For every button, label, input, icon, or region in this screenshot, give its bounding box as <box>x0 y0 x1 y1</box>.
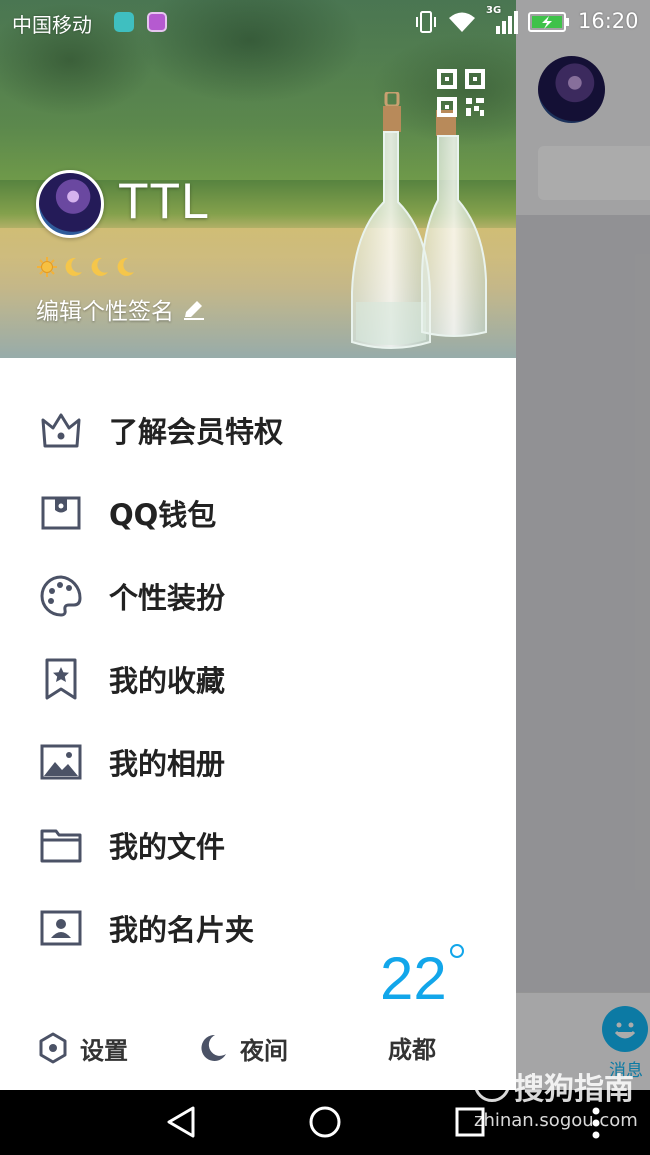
night-mode-label: 夜间 <box>240 1036 288 1065</box>
system-icons: 3G <box>414 5 570 36</box>
menu-item-label: 我的文件 <box>109 829 226 864</box>
profile-name[interactable]: TTL <box>118 172 210 230</box>
settings-label: 设置 <box>80 1036 128 1065</box>
folder-icon <box>38 822 84 868</box>
drawer-menu: 了解会员特权 QQ钱包 个性装扮 我的收藏 我的相册 我的文件 我的名片夹 <box>0 388 516 969</box>
bottle-image-2 <box>418 110 490 340</box>
menu-item-albums[interactable]: 我的相册 <box>0 720 516 803</box>
menu-item-label: 我的收藏 <box>109 663 226 698</box>
menu-item-label: 我的相册 <box>109 746 226 781</box>
status-bar: 中国移动 3G 16:20 <box>0 0 650 44</box>
menu-item-favorites[interactable]: 我的收藏 <box>0 637 516 720</box>
menu-item-label: 我的名片夹 <box>109 912 255 947</box>
home-circle-icon <box>309 1106 341 1138</box>
vibrate-icon <box>416 11 436 33</box>
qr-code-button[interactable] <box>436 68 486 118</box>
dim-overlay[interactable] <box>516 0 650 1090</box>
back-button[interactable] <box>163 1104 199 1144</box>
watermark-brand: 搜狗指南 <box>514 1072 634 1107</box>
notification-app-icon <box>114 12 134 32</box>
back-triangle-icon <box>167 1106 195 1138</box>
moon-icon <box>117 257 134 276</box>
menu-item-label: QQ钱包 <box>109 497 217 532</box>
sun-icon <box>37 257 57 277</box>
profile-header: TTL 编辑个性签名 <box>0 0 516 358</box>
weather-city: 成都 <box>388 1036 436 1064</box>
qq-level-icons[interactable] <box>36 256 136 278</box>
signal-icon: 3G <box>486 5 518 35</box>
wallet-icon <box>38 490 84 536</box>
settings-hexagon-icon <box>39 1032 67 1064</box>
clock: 16:20 <box>578 9 639 33</box>
signature-label: 编辑个性签名 <box>36 299 174 325</box>
profile-avatar[interactable] <box>36 170 104 238</box>
menu-item-files[interactable]: 我的文件 <box>0 803 516 886</box>
menu-item-label: 了解会员特权 <box>109 414 284 449</box>
home-button[interactable] <box>307 1104 343 1144</box>
menu-item-label: 个性装扮 <box>109 580 226 615</box>
night-mode-button[interactable]: 夜间 <box>198 1028 288 1068</box>
menu-item-qq-wallet[interactable]: QQ钱包 <box>0 471 516 554</box>
settings-button[interactable]: 设置 <box>38 1028 128 1068</box>
watermark-url: zhinan.sogou.com <box>474 1110 638 1131</box>
menu-item-personalize[interactable]: 个性装扮 <box>0 554 516 637</box>
contact-card-icon <box>38 905 84 951</box>
weather-temperature: 22 <box>380 945 447 1012</box>
palette-icon <box>38 573 84 619</box>
degree-symbol <box>450 944 464 958</box>
qr-code-icon <box>437 69 485 117</box>
photo-album-icon <box>38 739 84 785</box>
wifi-icon <box>449 12 475 32</box>
menu-item-vip-privileges[interactable]: 了解会员特权 <box>0 388 516 471</box>
bookmark-star-icon <box>38 656 84 702</box>
sogou-logo-icon <box>474 1066 510 1102</box>
moon-icon <box>65 257 82 276</box>
carrier-name: 中国移动 <box>12 13 92 37</box>
battery-charging-icon <box>528 12 569 32</box>
crown-icon <box>38 407 84 453</box>
edit-signature-button[interactable]: 编辑个性签名 <box>36 292 206 326</box>
moon-night-icon <box>201 1034 226 1061</box>
side-drawer: TTL 编辑个性签名 了解会员特权 QQ钱包 个性装扮 我的收藏 我的相册 我的… <box>0 0 516 1090</box>
moon-icon <box>91 257 108 276</box>
notification-gallery-icon <box>147 12 167 32</box>
pencil-icon <box>184 301 204 320</box>
